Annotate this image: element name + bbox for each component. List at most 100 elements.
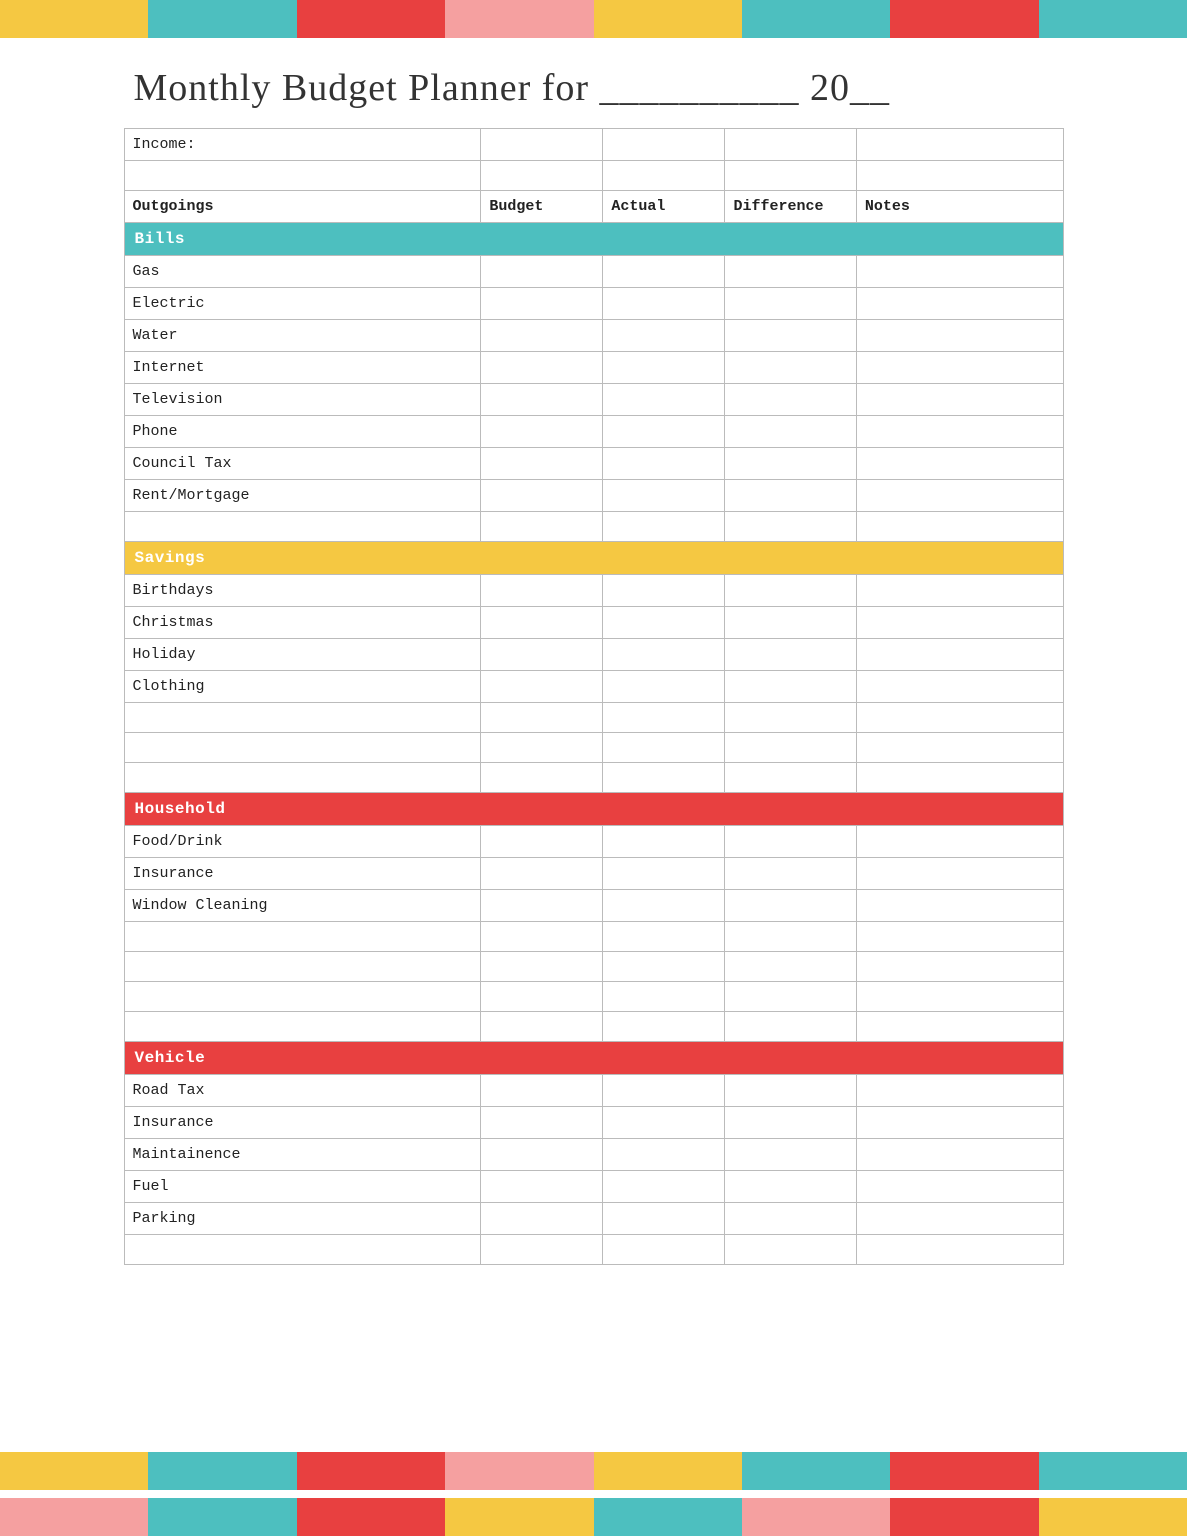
income-actual [603,129,725,161]
bot1-block-8 [1039,1452,1187,1490]
table-row: Council Tax [124,448,1063,480]
bot1-block-3 [297,1452,445,1490]
bills-television: Television [124,384,481,416]
vehicle-label: Vehicle [124,1042,1063,1075]
table-row: Rent/Mortgage [124,480,1063,512]
bot1-block-4 [445,1452,593,1490]
table-row: Food/Drink [124,826,1063,858]
bills-gas: Gas [124,256,481,288]
vehicle-road-tax: Road Tax [124,1075,481,1107]
header-budget: Budget [481,191,603,223]
empty-row-savings-2 [124,733,1063,763]
income-row: Income: [124,129,1063,161]
income-notes [856,129,1063,161]
empty-row-household-3 [124,982,1063,1012]
column-headers: Outgoings Budget Actual Difference Notes [124,191,1063,223]
bills-phone: Phone [124,416,481,448]
table-row: Phone [124,416,1063,448]
table-row: Internet [124,352,1063,384]
savings-birthdays: Birthdays [124,575,481,607]
bot1-block-6 [742,1452,890,1490]
table-row: Television [124,384,1063,416]
empty-row-vehicle [124,1235,1063,1265]
empty-row-household-4 [124,1012,1063,1042]
page-content: Monthly Budget Planner for __________ 20… [124,38,1064,1452]
top-block-6 [742,0,890,38]
household-label: Household [124,793,1063,826]
table-row: Water [124,320,1063,352]
table-row: Window Cleaning [124,890,1063,922]
top-block-1 [0,0,148,38]
bills-internet: Internet [124,352,481,384]
bot1-block-5 [594,1452,742,1490]
table-row: Clothing [124,671,1063,703]
table-row: Electric [124,288,1063,320]
header-notes: Notes [856,191,1063,223]
header-difference: Difference [725,191,856,223]
income-label: Income: [124,129,481,161]
table-row: Fuel [124,1171,1063,1203]
empty-row-household-2 [124,952,1063,982]
table-row: Maintainence [124,1139,1063,1171]
table-row: Road Tax [124,1075,1063,1107]
vehicle-parking: Parking [124,1203,481,1235]
bills-council-tax: Council Tax [124,448,481,480]
income-diff [725,129,856,161]
bottom-bar-2 [0,1498,1187,1536]
table-row: Birthdays [124,575,1063,607]
table-row: Insurance [124,1107,1063,1139]
bills-electric: Electric [124,288,481,320]
vehicle-maintainence: Maintainence [124,1139,481,1171]
top-block-2 [148,0,296,38]
bottom-bar-1 [0,1452,1187,1490]
bot2-block-7 [890,1498,1038,1536]
household-insurance: Insurance [124,858,481,890]
top-block-4 [445,0,593,38]
bot2-block-6 [742,1498,890,1536]
top-block-8 [1039,0,1187,38]
top-block-5 [594,0,742,38]
table-row: Gas [124,256,1063,288]
savings-clothing: Clothing [124,671,481,703]
vehicle-fuel: Fuel [124,1171,481,1203]
income-budget [481,129,603,161]
savings-label: Savings [124,542,1063,575]
household-window-cleaning: Window Cleaning [124,890,481,922]
savings-christmas: Christmas [124,607,481,639]
top-block-3 [297,0,445,38]
household-food-drink: Food/Drink [124,826,481,858]
empty-row-1 [124,161,1063,191]
top-block-7 [890,0,1038,38]
vehicle-insurance: Insurance [124,1107,481,1139]
bot2-block-3 [297,1498,445,1536]
bot2-block-4 [445,1498,593,1536]
top-color-bar [0,0,1187,38]
bot1-block-1 [0,1452,148,1490]
empty-row-household-1 [124,922,1063,952]
table-row: Christmas [124,607,1063,639]
bot2-block-2 [148,1498,296,1536]
header-actual: Actual [603,191,725,223]
bot2-block-8 [1039,1498,1187,1536]
section-savings-header: Savings [124,542,1063,575]
bills-label: Bills [124,223,1063,256]
section-household-header: Household [124,793,1063,826]
header-outgoings: Outgoings [124,191,481,223]
table-row: Parking [124,1203,1063,1235]
empty-row-savings-1 [124,703,1063,733]
bot2-block-5 [594,1498,742,1536]
bot1-block-7 [890,1452,1038,1490]
savings-holiday: Holiday [124,639,481,671]
bot1-block-2 [148,1452,296,1490]
bills-rent-mortgage: Rent/Mortgage [124,480,481,512]
empty-row-savings-3 [124,763,1063,793]
table-row: Insurance [124,858,1063,890]
section-vehicle-header: Vehicle [124,1042,1063,1075]
section-bills-header: Bills [124,223,1063,256]
table-row: Holiday [124,639,1063,671]
bills-water: Water [124,320,481,352]
empty-row-bills [124,512,1063,542]
bot2-block-1 [0,1498,148,1536]
budget-table: Income: Outgoings Budget Actual Differen… [124,128,1064,1265]
page-title: Monthly Budget Planner for __________ 20… [134,66,1064,110]
